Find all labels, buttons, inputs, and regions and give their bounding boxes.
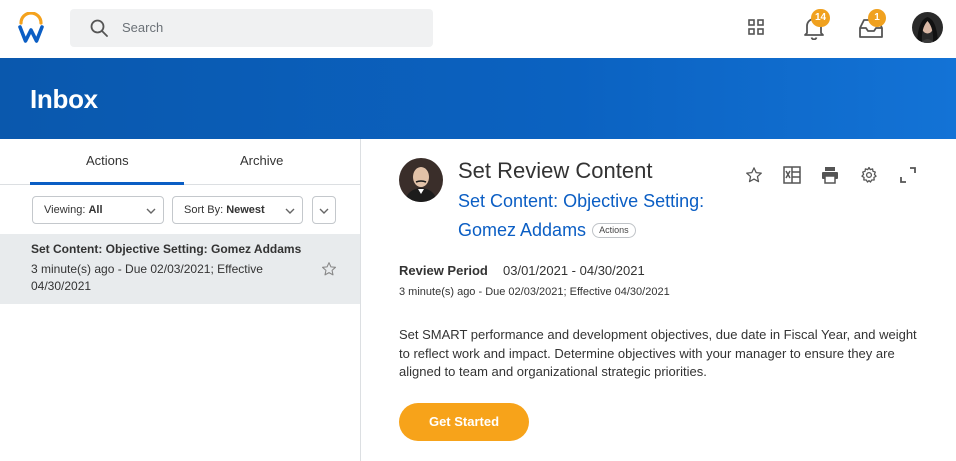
chevron-down-icon xyxy=(319,206,329,214)
list-item-title: Set Content: Objective Setting: Gomez Ad… xyxy=(31,242,302,256)
sort-by-select[interactable]: Sort By: Newest xyxy=(172,196,303,224)
tab-archive[interactable]: Archive xyxy=(240,153,283,168)
chevron-down-icon xyxy=(285,206,295,214)
chevron-down-icon xyxy=(146,206,156,214)
list-item[interactable]: Set Content: Objective Setting: Gomez Ad… xyxy=(0,234,360,304)
tab-actions[interactable]: Actions xyxy=(86,153,129,168)
detail-description: Set SMART performance and development ob… xyxy=(399,327,917,379)
review-period-value: 03/01/2021 - 04/30/2021 xyxy=(503,263,645,278)
get-started-button[interactable]: Get Started xyxy=(399,403,529,441)
list-item-subtitle: 3 minute(s) ago - Due 02/03/2021; Effect… xyxy=(31,262,263,293)
search-placeholder: Search xyxy=(122,20,164,35)
page-banner: Inbox xyxy=(0,58,956,139)
detail-subtitle[interactable]: Set Content: Objective Setting: Gomez Ad… xyxy=(458,191,704,240)
more-filters-button[interactable] xyxy=(312,196,336,224)
star-icon[interactable] xyxy=(321,261,337,277)
page-title: Inbox xyxy=(30,84,98,114)
sort-by-value: Newest xyxy=(226,204,265,216)
viewing-filter-label: Viewing: xyxy=(44,204,86,216)
inbox-badge: 1 xyxy=(868,9,886,27)
top-bar: Search 14 1 xyxy=(0,0,956,58)
search-input[interactable]: Search xyxy=(70,9,433,47)
inbox-tabs: Actions Archive xyxy=(0,139,360,185)
excel-icon[interactable] xyxy=(783,166,801,184)
search-icon xyxy=(90,19,108,37)
print-icon[interactable] xyxy=(821,166,839,184)
user-avatar[interactable] xyxy=(912,12,943,43)
notifications-badge: 14 xyxy=(811,9,831,27)
sort-by-label: Sort By: xyxy=(184,204,224,216)
worker-photo xyxy=(399,158,443,202)
actions-button[interactable]: Actions xyxy=(592,223,636,238)
detail-title: Set Review Content xyxy=(458,158,653,183)
viewing-filter-select[interactable]: Viewing: All xyxy=(32,196,164,224)
expand-icon[interactable] xyxy=(899,166,917,184)
detail-meta: 3 minute(s) ago - Due 02/03/2021; Effect… xyxy=(399,286,670,298)
apps-grid-icon[interactable] xyxy=(748,19,764,35)
active-tab-indicator xyxy=(30,182,184,185)
star-icon[interactable] xyxy=(745,166,763,184)
gear-icon[interactable] xyxy=(860,166,878,184)
workday-logo[interactable] xyxy=(17,11,45,44)
viewing-filter-value: All xyxy=(88,204,103,216)
detail-subtitle-link[interactable]: Set Content: Objective Setting: Gomez Ad… xyxy=(458,187,748,245)
review-period-label: Review Period xyxy=(399,263,488,278)
